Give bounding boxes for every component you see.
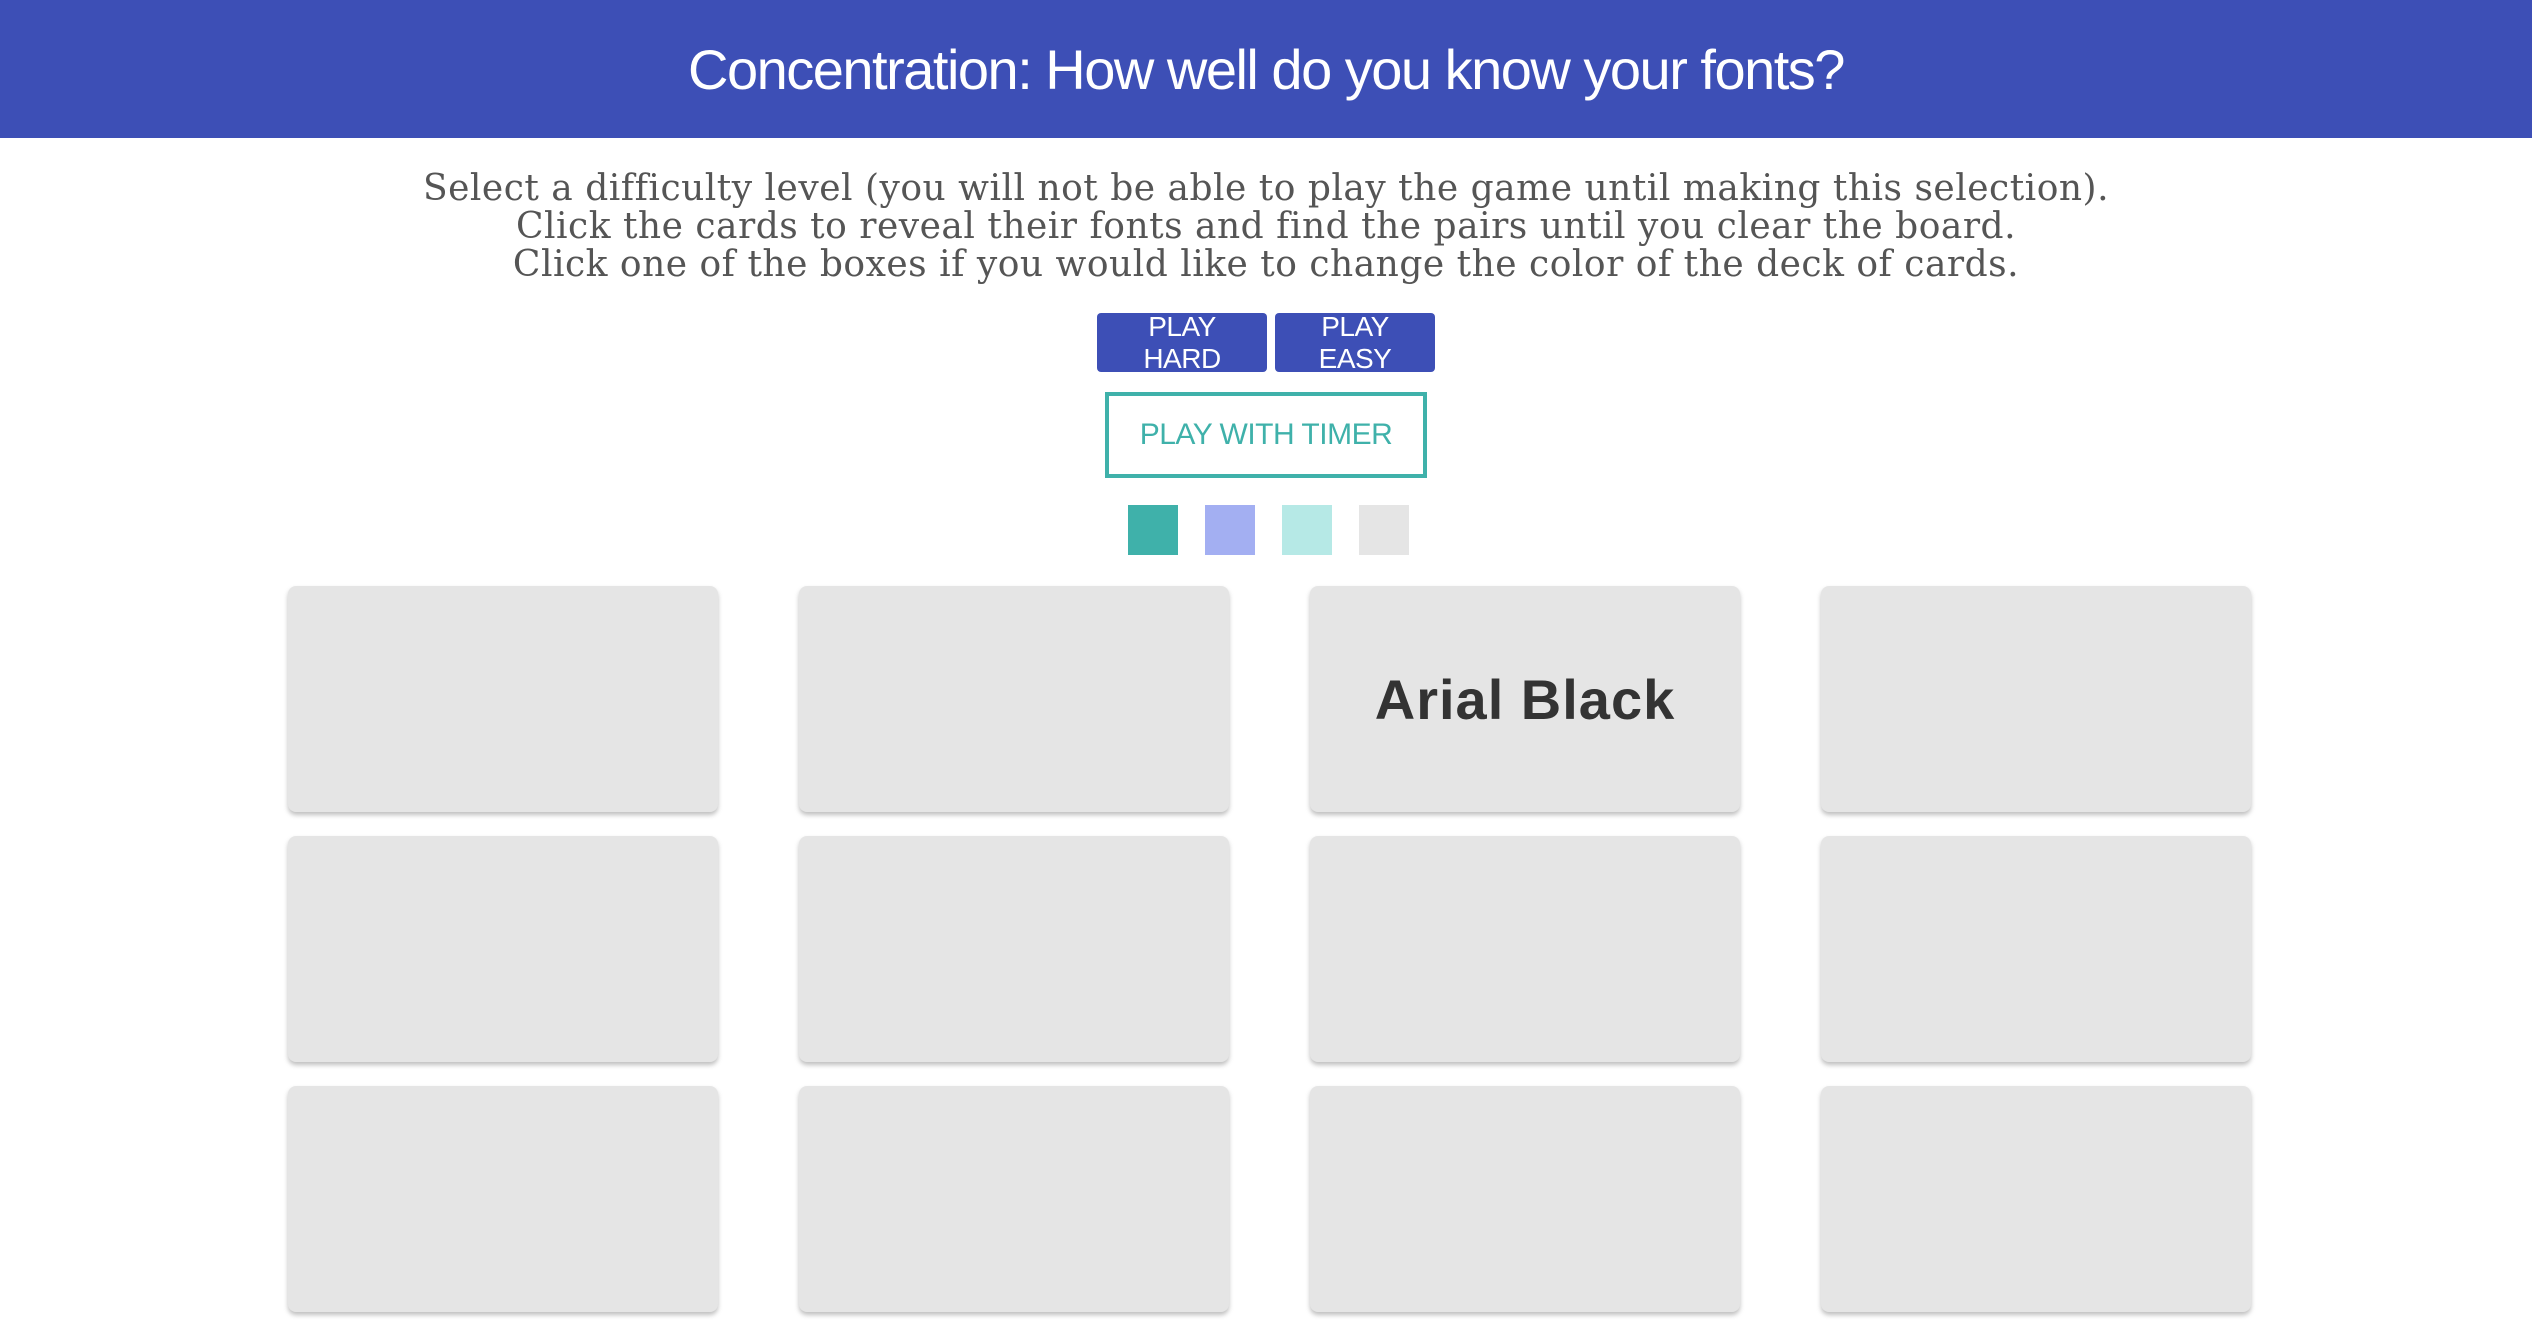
instruction-line-2: Click the cards to reveal their fonts an… bbox=[515, 206, 2017, 247]
instruction-line-3: Click one of the boxes if you would like… bbox=[512, 244, 2020, 285]
card[interactable] bbox=[799, 586, 1229, 812]
color-swatches bbox=[1128, 505, 1409, 555]
card-label: Arial Black bbox=[1374, 667, 1676, 731]
card[interactable] bbox=[1821, 836, 2251, 1062]
card[interactable] bbox=[288, 836, 718, 1062]
card[interactable] bbox=[1310, 1086, 1740, 1312]
card[interactable] bbox=[1821, 1086, 2251, 1312]
card[interactable] bbox=[799, 1086, 1229, 1312]
card[interactable] bbox=[1310, 836, 1740, 1062]
timer-button-wrap: PLAY WITH TIMER bbox=[0, 392, 2532, 478]
color-swatch-light-gray[interactable] bbox=[1359, 505, 1409, 555]
play-hard-button[interactable]: PLAY HARD bbox=[1097, 311, 1267, 374]
card[interactable] bbox=[288, 1086, 718, 1312]
play-easy-button[interactable]: PLAY EASY bbox=[1275, 311, 1435, 374]
page-header: Concentration: How well do you know your… bbox=[0, 0, 2532, 138]
difficulty-buttons: PLAY HARD PLAY EASY bbox=[0, 311, 2532, 374]
play-with-timer-button[interactable]: PLAY WITH TIMER bbox=[1105, 392, 1427, 478]
instruction-line-1: Select a difficulty level (you will not … bbox=[422, 168, 2110, 209]
color-swatch-light-aqua[interactable] bbox=[1282, 505, 1332, 555]
card[interactable]: Arial Black bbox=[1310, 586, 1740, 812]
card[interactable] bbox=[1821, 586, 2251, 812]
card[interactable] bbox=[288, 586, 718, 812]
card[interactable] bbox=[799, 836, 1229, 1062]
color-swatch-periwinkle[interactable] bbox=[1205, 505, 1255, 555]
page-title: Concentration: How well do you know your… bbox=[688, 37, 1845, 101]
instructions: Select a difficulty level (you will not … bbox=[0, 170, 2532, 284]
card-board: Arial Black bbox=[288, 586, 2251, 1312]
color-swatch-teal[interactable] bbox=[1128, 505, 1178, 555]
